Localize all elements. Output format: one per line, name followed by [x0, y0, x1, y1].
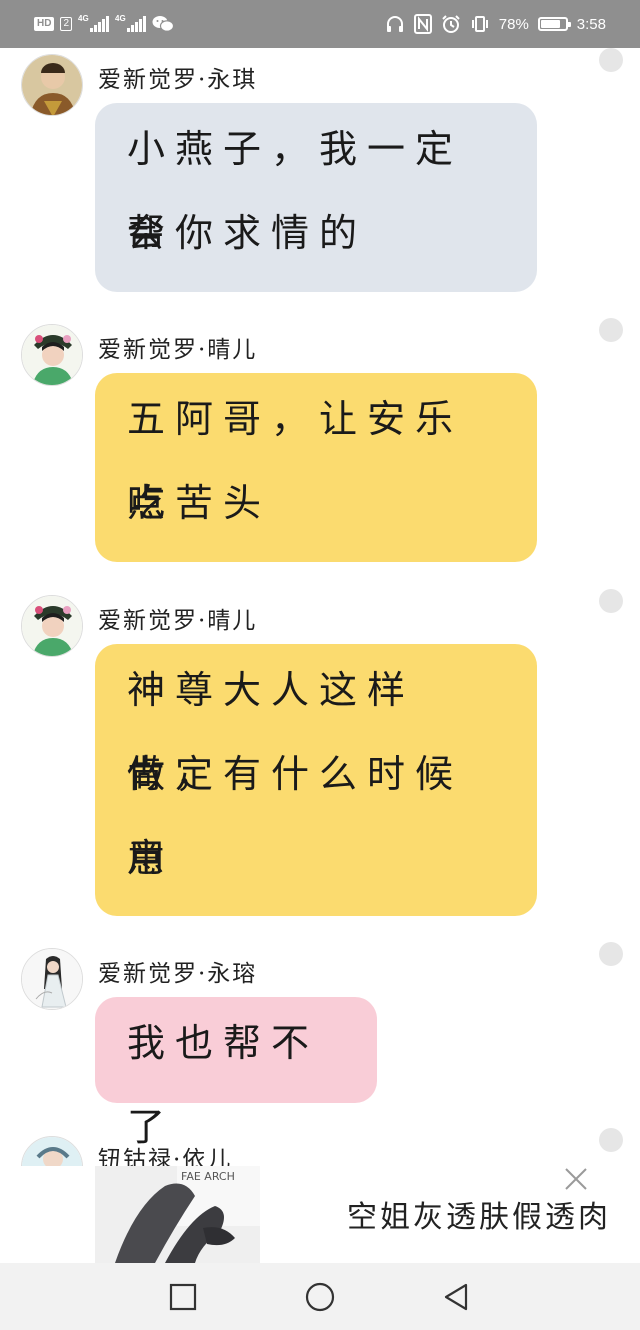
wechat-icon	[152, 16, 175, 32]
message-line: 帮你求情的	[127, 211, 368, 255]
sender-name: 爱新觉罗·永瑢	[98, 961, 258, 987]
signal-icon-2: 4G	[115, 14, 147, 32]
avatar[interactable]	[21, 324, 83, 386]
status-dot	[599, 589, 623, 613]
message-line: 意	[127, 836, 176, 880]
battery-percent: 78%	[498, 15, 529, 33]
home-button[interactable]	[304, 1281, 336, 1313]
message-line: 五阿哥，让安乐吃	[127, 397, 464, 525]
message-line: 小燕子，我一定会	[127, 127, 464, 255]
status-dot	[599, 942, 623, 966]
close-icon[interactable]	[563, 1166, 589, 1192]
sim-number: 2	[60, 17, 73, 31]
network-type-label: 4G	[78, 14, 89, 23]
status-bar: HD 2 4G 4G 78% 3:58	[0, 0, 640, 48]
message-bubble[interactable]: 我也帮不了	[95, 997, 377, 1149]
ad-banner[interactable]: FAE ARCH 空姐灰透肤假透肉	[0, 1166, 640, 1263]
network-type-label-2: 4G	[115, 14, 126, 23]
vibrate-icon	[471, 16, 488, 32]
recent-apps-button[interactable]	[167, 1281, 199, 1313]
ad-subtitle	[350, 1252, 610, 1262]
sender-name: 爱新觉罗·晴儿	[98, 337, 258, 363]
sender-name: 钮钴禄·依儿	[98, 1147, 233, 1166]
signal-icon: 4G	[78, 14, 110, 32]
avatar[interactable]	[21, 595, 83, 657]
navigation-bar	[0, 1263, 640, 1330]
message-bubble[interactable]: 小燕子，我一定会 帮你求情的	[95, 103, 537, 292]
nfc-icon	[413, 14, 432, 34]
status-dot	[599, 1128, 623, 1152]
alarm-icon	[442, 15, 460, 33]
ad-title[interactable]: 空姐灰透肤假透肉	[347, 1192, 617, 1236]
ad-image-text: FAE ARCH	[181, 1170, 235, 1183]
ad-image[interactable]: FAE ARCH	[95, 1166, 260, 1263]
status-right: 78% 3:58	[385, 12, 606, 36]
status-dot	[599, 48, 623, 72]
avatar[interactable]	[21, 948, 83, 1010]
hd-badge: HD	[34, 17, 55, 31]
message-line: 我也帮不了	[127, 1021, 320, 1149]
message-bubble[interactable]: 神尊大人这样做， 肯定有什么时候用 意	[95, 644, 537, 916]
back-button[interactable]	[440, 1281, 472, 1313]
message-line: 神尊大人这样做，	[127, 668, 416, 796]
message-bubble[interactable]: 五阿哥，让安乐吃 点苦头	[95, 373, 537, 562]
status-dot	[599, 318, 623, 342]
message-line: 点苦头	[127, 481, 272, 525]
chat-message: 钮钴禄·依儿	[0, 1128, 640, 1166]
message-line: 肯定有什么时候用	[127, 752, 464, 880]
sender-name: 爱新觉罗·晴儿	[98, 608, 258, 634]
headphones-icon	[386, 16, 403, 32]
status-left: HD 2 4G 4G	[34, 14, 175, 34]
sender-name: 爱新觉罗·永琪	[98, 67, 258, 93]
avatar[interactable]	[21, 1136, 83, 1166]
battery-icon	[537, 17, 571, 31]
avatar[interactable]	[21, 54, 83, 116]
clock: 3:58	[576, 15, 606, 33]
